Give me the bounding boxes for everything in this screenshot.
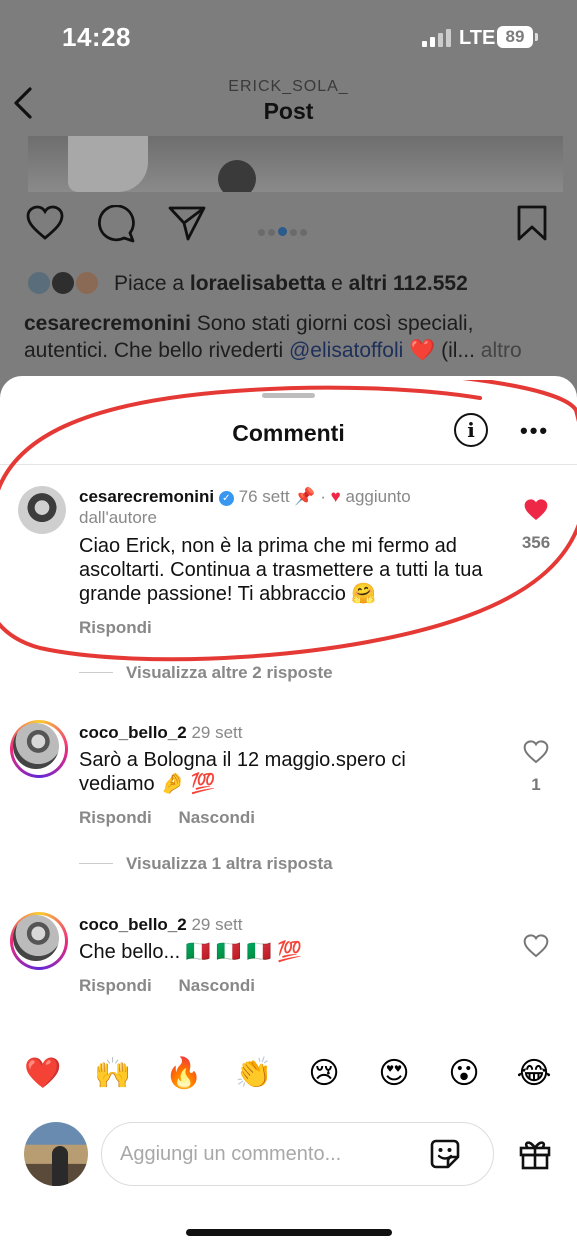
emoji-heart-eyes[interactable]: 😍 <box>374 1056 414 1091</box>
comment-time: 29 sett <box>191 723 243 742</box>
comment-input-wrapper <box>101 1122 494 1186</box>
heart-icon[interactable] <box>523 934 549 958</box>
caption-username[interactable]: cesarecremonini <box>24 312 191 335</box>
comment-time: 29 sett <box>191 915 243 934</box>
post-header: ERICK_SOLA_ Post <box>0 72 577 136</box>
heart-icon[interactable] <box>26 205 64 241</box>
view-replies-line <box>79 672 113 673</box>
comment-text: Che bello... 🇮🇹 🇮🇹 🇮🇹 💯 <box>79 941 303 963</box>
sticker-icon[interactable] <box>428 1137 462 1171</box>
hide-button[interactable]: Nascondi <box>178 808 255 827</box>
heart-small-icon: ♥ <box>330 487 341 506</box>
comment-time: 76 sett <box>238 487 290 506</box>
comment-text: Ciao Erick, non è la prima che mi fermo … <box>79 535 483 605</box>
home-indicator[interactable] <box>186 1229 392 1236</box>
divider <box>0 464 577 465</box>
comment-meta: coco_bello_2 29 sett <box>79 914 243 935</box>
hide-button[interactable]: Nascondi <box>178 976 255 995</box>
caption-more-link[interactable]: altro <box>475 339 522 362</box>
verified-badge-icon: ✓ <box>218 491 234 506</box>
post-background: 14:28 LTE 89 ERICK_SOLA_ Post Piace a lo… <box>0 0 577 400</box>
comment-like: 1 <box>518 740 554 795</box>
status-bar: 14:28 LTE 89 <box>0 0 577 72</box>
more-options-icon[interactable]: ••• <box>520 418 549 444</box>
comment-composer <box>0 1120 577 1190</box>
comments-sheet: Commenti i ••• cesarecremonini ✓ 76 sett… <box>0 376 577 1248</box>
post-actions <box>0 205 577 253</box>
comment-actions: Rispondi Nascondi <box>79 976 277 996</box>
comment-text: Sarò a Bologna il 12 maggio.spero ci ved… <box>79 749 406 795</box>
like-count: 1 <box>531 775 541 794</box>
view-replies-line <box>79 863 113 864</box>
post-owner-username[interactable]: ERICK_SOLA_ <box>0 78 577 96</box>
reply-button[interactable]: Rispondi <box>79 618 152 637</box>
status-time: 14:28 <box>62 22 131 52</box>
emoji-bar: ❤️ 🙌 🔥 👏 😢 😍 😮 😂 <box>0 1056 577 1102</box>
view-replies-button[interactable]: Visualizza altre 2 risposte <box>126 663 333 683</box>
comment-actions: Rispondi Nascondi <box>79 808 277 828</box>
emoji-fire[interactable]: 🔥 <box>164 1056 204 1091</box>
like-count: 356 <box>521 533 551 552</box>
emoji-cry[interactable]: 😢 <box>304 1056 344 1091</box>
emoji-clap[interactable]: 👏 <box>234 1056 274 1091</box>
post-image[interactable] <box>28 136 563 192</box>
reply-button[interactable]: Rispondi <box>79 808 152 827</box>
liker-avatars <box>26 268 106 298</box>
author-like-badge-2: dall'autore <box>79 508 157 527</box>
emoji-heart[interactable]: ❤️ <box>23 1056 63 1091</box>
info-icon[interactable]: i <box>454 413 488 447</box>
comment-icon[interactable] <box>97 205 135 243</box>
comment-meta: cesarecremonini ✓ 76 sett 📌 · ♥ aggiunto… <box>79 487 411 527</box>
emoji-laugh[interactable]: 😂 <box>514 1056 554 1091</box>
gift-icon[interactable] <box>518 1138 552 1170</box>
view-replies-button[interactable]: Visualizza 1 altra risposta <box>126 854 333 874</box>
comment-meta: coco_bello_2 29 sett <box>79 722 243 743</box>
heart-filled-icon[interactable] <box>523 498 549 522</box>
post-caption: cesarecremonini Sono stati giorni così s… <box>24 312 522 362</box>
comment-like: 356 <box>518 498 554 553</box>
heart-icon[interactable] <box>523 740 549 764</box>
sheet-title: Commenti <box>232 420 345 446</box>
battery-tip <box>535 33 538 41</box>
battery-icon: 89 <box>497 26 533 48</box>
comment-actions: Rispondi <box>79 618 174 638</box>
pin-icon: 📌 <box>294 487 316 506</box>
reply-button[interactable]: Rispondi <box>79 976 152 995</box>
network-label: LTE <box>459 27 496 49</box>
sheet-grabber[interactable] <box>262 393 315 398</box>
emoji-raised-hands[interactable]: 🙌 <box>93 1056 133 1091</box>
emoji-surprised[interactable]: 😮 <box>444 1056 484 1091</box>
bookmark-icon[interactable] <box>517 205 547 241</box>
signal-icon <box>422 29 452 47</box>
share-icon[interactable] <box>168 205 206 241</box>
comment-username[interactable]: coco_bello_2 <box>79 915 187 934</box>
carousel-dots <box>258 223 310 241</box>
comment-username[interactable]: cesarecremonini <box>79 487 214 506</box>
caption-mention[interactable]: @elisatoffoli <box>289 339 403 362</box>
page-title: Post <box>263 98 314 124</box>
my-avatar <box>24 1122 88 1186</box>
likes-summary: Piace a loraelisabetta e altri 112.552 <box>114 272 468 295</box>
comment-username[interactable]: coco_bello_2 <box>79 723 187 742</box>
avatar[interactable] <box>10 720 68 778</box>
comment-like <box>518 934 554 963</box>
avatar[interactable] <box>10 912 68 970</box>
comment-input[interactable] <box>120 1139 410 1169</box>
avatar[interactable] <box>18 486 66 534</box>
author-like-badge: aggiunto <box>345 487 411 506</box>
